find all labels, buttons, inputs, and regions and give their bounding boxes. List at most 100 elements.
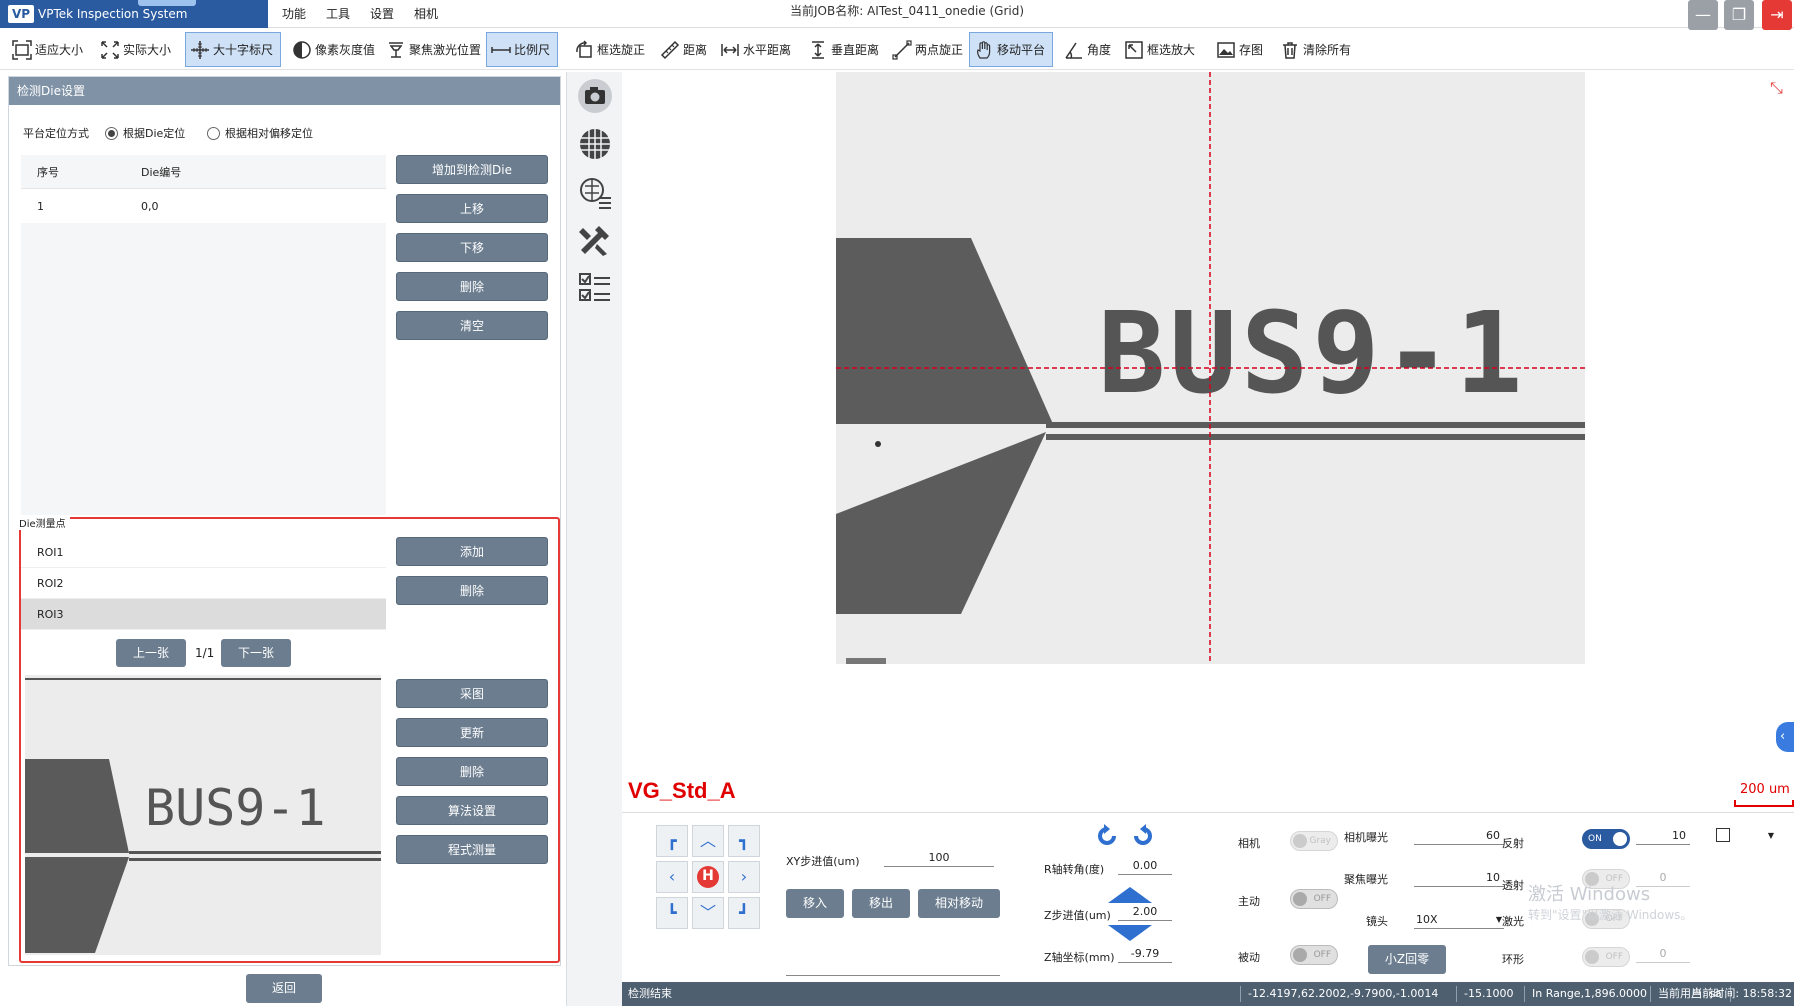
jog-home-cell[interactable]: H — [692, 861, 724, 893]
back-button[interactable]: 返回 — [246, 974, 322, 1003]
menu-tools[interactable]: 工具 — [316, 0, 360, 28]
active-toggle[interactable]: OFF — [1290, 889, 1338, 909]
expand-icon[interactable]: ⤡ — [1770, 78, 1783, 98]
grid-button[interactable] — [575, 124, 615, 164]
exit-button[interactable]: ⇥ — [1762, 0, 1792, 30]
delete-image-button[interactable]: 删除 — [396, 757, 548, 786]
rotate-cw-icon[interactable] — [1130, 823, 1156, 849]
relative-move-button[interactable]: 相对移动 — [918, 889, 1000, 918]
status-time: 当前时间: 18:58:32 — [1691, 987, 1792, 1000]
tool-save-image[interactable]: 存图 — [1212, 32, 1267, 67]
tool-focus-laser[interactable]: 聚焦激光位置 — [382, 32, 485, 67]
radio-by-offset[interactable]: 根据相对偏移定位 — [207, 125, 313, 141]
tool-move-stage[interactable]: 移动平台 — [969, 32, 1053, 67]
tool-fit-size[interactable]: 适应大小 — [8, 32, 87, 67]
jog-left-button[interactable]: ‹ — [656, 861, 688, 893]
maximize-button[interactable]: ❐ — [1724, 0, 1754, 30]
focus-exposure-input[interactable]: 10 — [1414, 869, 1504, 887]
table-header: 序号 Die编号 — [21, 155, 386, 189]
map-list-button[interactable] — [575, 172, 615, 212]
toolbar: 适应大小 实际大小 大十字标尺 像素灰度值 聚焦激光位置 比例尺 框选旋正 距离… — [0, 30, 1794, 70]
menu-settings[interactable]: 设置 — [360, 0, 404, 28]
delete-die-button[interactable]: 删除 — [396, 272, 548, 301]
camera-button[interactable] — [575, 76, 615, 116]
reflect-mode-select[interactable]: ▼ — [1736, 827, 1776, 845]
horizontal-distance-icon — [720, 40, 740, 60]
tool-box-rotate[interactable]: 框选旋正 — [570, 32, 649, 67]
update-button[interactable]: 更新 — [396, 718, 548, 747]
menu-function[interactable]: 功能 — [272, 0, 316, 28]
lens-select[interactable]: 10X ▼ — [1414, 911, 1504, 929]
move-out-button[interactable]: 移出 — [852, 889, 910, 918]
move-up-button[interactable]: 上移 — [396, 194, 548, 223]
z-down-icon[interactable] — [1108, 925, 1152, 941]
r-angle-input[interactable]: 0.00 — [1118, 857, 1172, 875]
app-title: VP VPTek Inspection System 1.0.0.0[Admin… — [0, 0, 268, 49]
clear-button[interactable]: 清空 — [396, 311, 548, 340]
program-measure-button[interactable]: 程式测量 — [396, 835, 548, 864]
rotate-ccw-icon[interactable] — [1094, 823, 1120, 849]
tool-actual-size[interactable]: 实际大小 — [96, 32, 175, 67]
ring-value-input[interactable]: 0 — [1636, 945, 1690, 963]
jog-down-button[interactable]: ﹀ — [692, 897, 724, 929]
camera-image[interactable]: BUS9-1 — [836, 72, 1585, 664]
jog-down-right-button[interactable]: ┛ — [728, 897, 760, 929]
radio-by-die[interactable]: 根据Die定位 — [105, 125, 185, 141]
table-row[interactable]: 1 0,0 — [21, 189, 386, 223]
tool-crosshair-ruler[interactable]: 大十字标尺 — [185, 32, 281, 67]
z-step-input[interactable]: 2.00 — [1118, 903, 1172, 921]
jog-up-button[interactable]: ︿ — [692, 825, 724, 857]
roi-group-label: Die测量点 — [19, 515, 70, 530]
minimize-button[interactable]: — — [1688, 0, 1718, 30]
z-up-icon[interactable] — [1108, 887, 1152, 903]
passive-toggle[interactable]: OFF — [1290, 945, 1338, 965]
capture-button[interactable]: 采图 — [396, 679, 548, 708]
tool-two-point-rotate[interactable]: 两点旋正 — [888, 32, 967, 67]
status-divider — [1456, 986, 1457, 1002]
list-item[interactable]: ROI1 — [21, 537, 386, 568]
chevron-right-icon: › — [740, 867, 748, 886]
collapse-tab[interactable]: ‹ — [1776, 722, 1794, 752]
jog-right-button[interactable]: › — [728, 861, 760, 893]
cam-exposure-input[interactable]: 60 — [1414, 827, 1504, 845]
ring-label: 环形 — [1502, 953, 1524, 966]
move-in-button[interactable]: 移入 — [786, 889, 844, 918]
die-table: 序号 Die编号 1 0,0 — [21, 155, 386, 515]
checklist-button[interactable] — [575, 268, 615, 308]
tools-button[interactable] — [575, 220, 615, 260]
tool-horizontal-distance[interactable]: 水平距离 — [716, 32, 795, 67]
list-item[interactable]: ROI2 — [21, 568, 386, 599]
jog-down-left-button[interactable]: ┗ — [656, 897, 688, 929]
small-z-home-button[interactable]: 小Z回零 — [1368, 945, 1446, 974]
tool-angle[interactable]: 角度 — [1060, 32, 1115, 67]
jog-up-right-button[interactable]: ┓ — [728, 825, 760, 857]
add-die-button[interactable]: 增加到检测Die — [396, 155, 548, 184]
tool-distance[interactable]: 距离 — [656, 32, 711, 67]
tool-scale-bar[interactable]: 比例尺 — [486, 32, 558, 67]
reflect-value-input[interactable]: 10 — [1636, 827, 1690, 845]
active-label: 主动 — [1238, 895, 1260, 908]
xy-step-input[interactable]: 100 — [884, 849, 994, 867]
reflect-toggle[interactable]: ON — [1582, 829, 1630, 849]
menu-camera[interactable]: 相机 — [404, 0, 448, 28]
fit-size-icon — [12, 39, 32, 60]
laser-label: 激光 — [1502, 915, 1524, 928]
tool-clear-all[interactable]: 清除所有 — [1276, 32, 1355, 67]
prev-image-button[interactable]: 上一张 — [116, 639, 186, 667]
chevron-up-icon: ︿ — [699, 831, 716, 850]
ring-toggle[interactable]: OFF — [1582, 947, 1630, 967]
move-down-button[interactable]: 下移 — [396, 233, 548, 262]
tool-pixel-gray[interactable]: 像素灰度值 — [288, 32, 379, 67]
tool-vertical-distance[interactable]: 垂直距离 — [804, 32, 883, 67]
checkbox[interactable] — [1716, 828, 1730, 842]
main-menu: 功能 工具 设置 相机 — [272, 0, 448, 28]
list-item[interactable]: ROI3 — [21, 599, 386, 630]
delete-roi-button[interactable]: 删除 — [396, 576, 548, 605]
jog-up-left-button[interactable]: ┏ — [656, 825, 688, 857]
camera-gray-toggle[interactable]: Gray — [1290, 831, 1338, 851]
algorithm-settings-button[interactable]: 算法设置 — [396, 796, 548, 825]
maximize-icon: ❐ — [1731, 5, 1747, 24]
tool-box-zoom[interactable]: 框选放大 — [1120, 32, 1199, 67]
add-roi-button[interactable]: 添加 — [396, 537, 548, 566]
next-image-button[interactable]: 下一张 — [221, 639, 291, 667]
